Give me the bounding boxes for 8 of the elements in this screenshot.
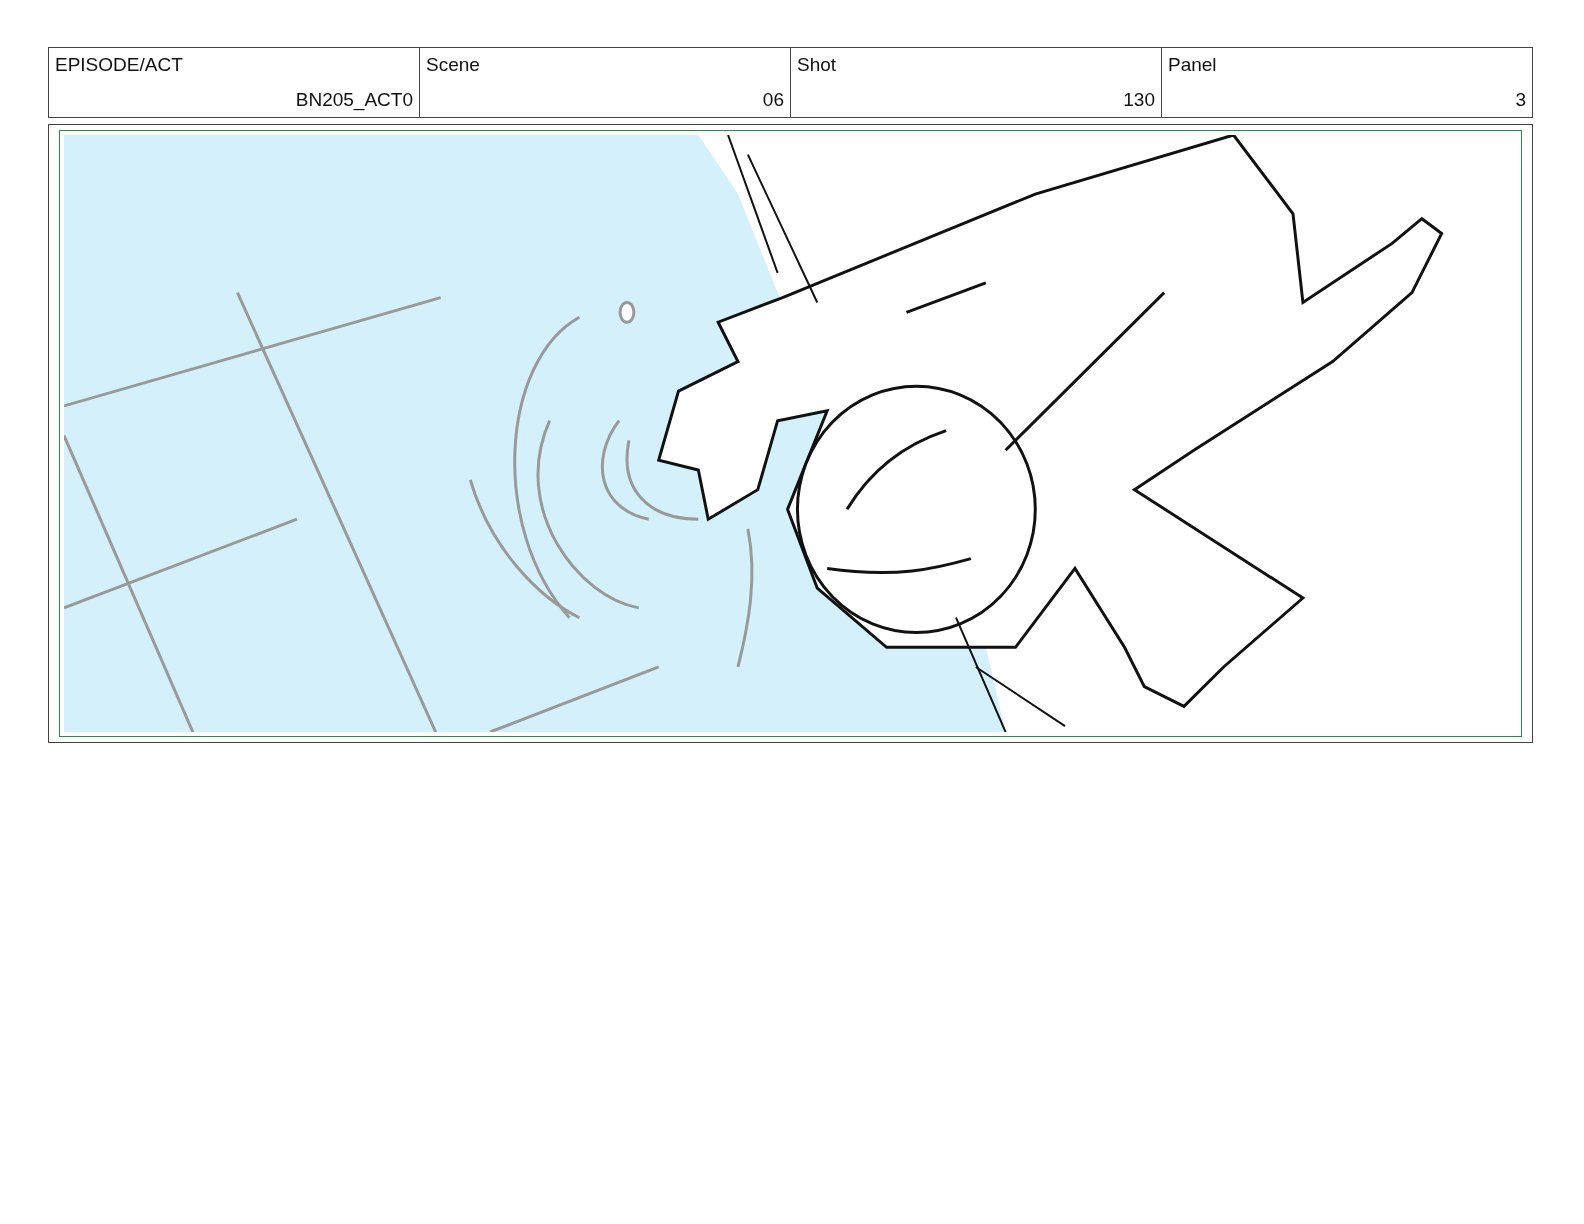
column-heading: Panel [1168, 54, 1217, 76]
cell-value: 3 [1515, 89, 1526, 111]
column-heading: Scene [426, 54, 480, 76]
cell-value: BN205_ACT0 [295, 89, 413, 111]
column-heading: Shot [797, 54, 837, 76]
cell-value: 130 [1123, 89, 1155, 111]
column-heading: EPISODE/ACT [55, 54, 183, 76]
cell-value: 06 [762, 89, 784, 111]
